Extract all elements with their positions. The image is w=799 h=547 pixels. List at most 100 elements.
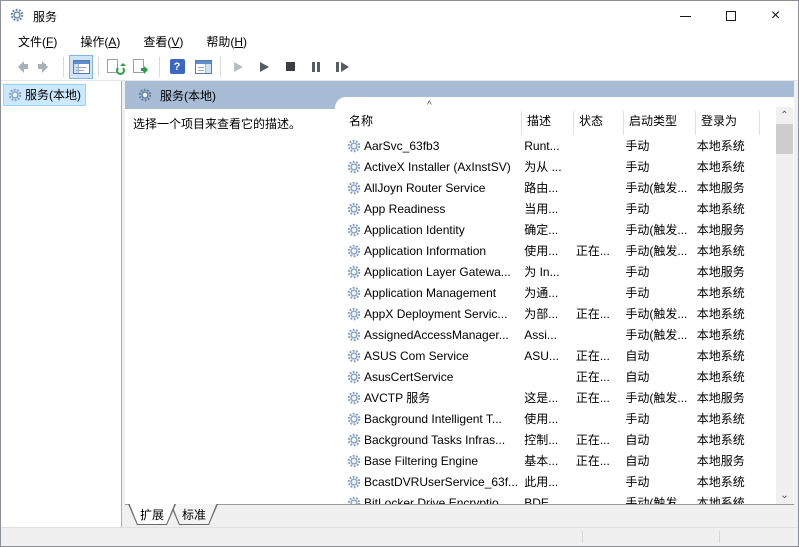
restart-service-button[interactable] <box>330 55 354 79</box>
back-button[interactable] <box>8 55 32 79</box>
table-row[interactable]: BitLocker Drive Encryptio... BDE... 手动(触发.… <box>335 492 777 504</box>
resume-service-icon <box>259 61 269 72</box>
tab-extended[interactable]: 扩展 <box>128 504 176 525</box>
service-status: 正在... <box>575 454 610 468</box>
tree-item-services-local[interactable]: 服务(本地) <box>3 84 86 106</box>
table-row[interactable]: AVCTP 服务 这是... 正在... 手动(触发... 本地服务 <box>335 387 777 408</box>
service-description: 当用... <box>524 202 559 216</box>
service-startup-type: 手动(触发... <box>625 391 688 405</box>
service-startup-type: 手动 <box>625 139 650 153</box>
column-header-1[interactable]: 描述 <box>521 111 573 135</box>
service-logon-as: 本地系统 <box>696 160 745 174</box>
service-logon-as: 本地服务 <box>696 181 745 195</box>
stop-service-button[interactable] <box>278 55 302 79</box>
service-gear-icon <box>347 433 361 447</box>
service-startup-type: 手动(触发... <box>625 244 688 258</box>
table-row[interactable]: ASUS Com Service ASU... 正在... 自动 本地系统 <box>335 345 777 366</box>
service-logon-as: 本地系统 <box>696 286 745 300</box>
scroll-down-icon[interactable]: ⌄ <box>776 487 793 504</box>
table-row[interactable]: BcastDVRUserService_63f... 此用... 手动 本地系统 <box>335 471 777 492</box>
table-row[interactable]: Application Layer Gatewa... 为 In... 手动 本地服务 <box>335 261 777 282</box>
refresh-button[interactable] <box>104 55 128 79</box>
export-list-button[interactable] <box>130 55 154 79</box>
minimize-button[interactable] <box>663 1 708 31</box>
back-icon <box>12 60 28 73</box>
table-row[interactable]: Base Filtering Engine 基本... 正在... 自动 本地服务 <box>335 450 777 471</box>
column-header-0[interactable]: 名称 <box>335 111 521 135</box>
service-startup-type: 自动 <box>625 454 650 468</box>
table-row[interactable]: AarSvc_63fb3 Runt... 手动 本地系统 <box>335 135 777 156</box>
table-row[interactable]: Application Identity 确定... 手动(触发... 本地服务 <box>335 219 777 240</box>
close-button[interactable]: × <box>753 1 798 31</box>
column-header-2[interactable]: 状态 <box>573 111 623 135</box>
resume-service-button[interactable] <box>252 55 276 79</box>
table-row[interactable]: AsusCertService 正在... 自动 本地系统 <box>335 366 777 387</box>
service-gear-icon <box>347 202 361 216</box>
service-logon-as: 本地服务 <box>696 454 745 468</box>
pause-service-button[interactable] <box>304 55 328 79</box>
table-row[interactable]: Application Information 使用... 正在... 手动(触发..… <box>335 240 777 261</box>
service-status: 正在... <box>575 391 610 405</box>
menu-item-file[interactable]: 文件(F) <box>9 31 66 53</box>
toolbar-separator <box>63 56 64 77</box>
menu-item-view[interactable]: 查看(V) <box>134 31 192 53</box>
table-row[interactable]: Application Management 为通... 手动 本地系统 <box>335 282 777 303</box>
service-description: 使用... <box>524 412 559 426</box>
status-bar <box>1 527 798 546</box>
service-status: 正在... <box>575 433 610 447</box>
service-logon-as: 本地系统 <box>696 139 745 153</box>
table-row[interactable]: AppX Deployment Servic... 为部... 正在... 手动(触发… <box>335 303 777 324</box>
menu-item-action[interactable]: 操作(A) <box>71 31 129 53</box>
service-logon-as: 本地系统 <box>696 244 745 258</box>
service-description: 确定... <box>524 223 559 237</box>
menu-item-help[interactable]: 帮助(H) <box>197 31 256 53</box>
start-service-icon <box>233 61 243 72</box>
services-header-title: 服务(本地) <box>160 88 216 103</box>
service-logon-as: 本地系统 <box>696 412 745 426</box>
table-row[interactable]: AssignedAccessManager... Assi... 手动(触发... 本… <box>335 324 777 345</box>
service-gear-icon <box>347 139 361 153</box>
table-row[interactable]: ActiveX Installer (AxInstSV) 为从 ... 手动 本地系统 <box>335 156 777 177</box>
close-icon: × <box>770 7 781 24</box>
table-row[interactable]: AllJoyn Router Service 路由... 手动(触发... 本地服务 <box>335 177 777 198</box>
service-rows: AarSvc_63fb3 Runt... 手动 本地系统 ActiveX Instal… <box>335 135 777 504</box>
service-name: Application Layer Gatewa... <box>364 264 511 279</box>
table-row[interactable]: App Readiness 当用... 手动 本地系统 <box>335 198 777 219</box>
service-logon-as: 本地系统 <box>696 370 745 384</box>
service-description: 为部... <box>524 307 559 321</box>
maximize-button[interactable] <box>708 1 753 31</box>
show-console-tree-button[interactable] <box>69 54 93 79</box>
service-status: 正在... <box>575 370 610 384</box>
vertical-scrollbar[interactable]: ⌃ ⌄ <box>776 107 793 504</box>
column-header-3[interactable]: 启动类型 <box>623 111 695 135</box>
service-gear-icon <box>347 412 361 426</box>
service-name: Application Identity <box>364 222 465 237</box>
window-title: 服务 <box>33 9 58 24</box>
service-description: 路由... <box>524 181 559 195</box>
service-startup-type: 手动(触发... <box>625 307 688 321</box>
forward-button[interactable] <box>34 55 58 79</box>
app-gear-icon <box>10 8 26 24</box>
service-name: AssignedAccessManager... <box>364 327 509 342</box>
column-header-4[interactable]: 登录为 <box>695 111 760 135</box>
service-description: 此用... <box>524 475 559 489</box>
service-description: 基本... <box>524 454 559 468</box>
service-startup-type: 手动(触发... <box>625 328 688 342</box>
service-startup-type: 自动 <box>625 349 650 363</box>
help-button[interactable]: ? <box>165 55 189 79</box>
scrollbar-thumb[interactable] <box>776 124 793 154</box>
tree-item-label: 服务(本地) <box>25 88 81 102</box>
statusbar-separator <box>582 531 583 543</box>
service-gear-icon <box>347 454 361 468</box>
show-action-pane-button[interactable] <box>191 55 215 79</box>
table-row[interactable]: Background Tasks Infras... 控制... 正在... 自动 本地… <box>335 429 777 450</box>
service-logon-as: 本地系统 <box>696 349 745 363</box>
service-logon-as: 本地系统 <box>696 307 745 321</box>
table-row[interactable]: Background Intelligent T... 使用... 手动 本地系统 <box>335 408 777 429</box>
scroll-up-icon[interactable]: ⌃ <box>776 107 793 124</box>
start-service-button[interactable] <box>226 55 250 79</box>
tab-standard[interactable]: 标准 <box>170 504 218 525</box>
service-status: 正在... <box>575 349 610 363</box>
service-name: Application Management <box>364 285 497 300</box>
service-logon-as: 本地系统 <box>696 202 745 216</box>
